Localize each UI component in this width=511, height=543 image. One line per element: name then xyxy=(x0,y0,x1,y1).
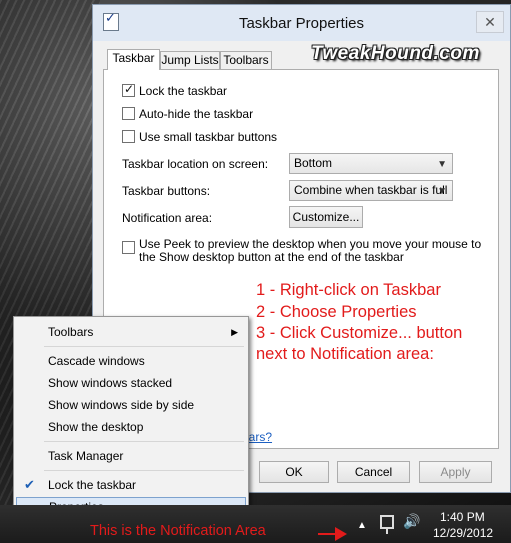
menu-item-stacked[interactable]: Show windows stacked xyxy=(16,373,246,393)
clock-date[interactable]: 12/29/2012 xyxy=(433,526,493,540)
menu-separator xyxy=(44,441,244,442)
taskbar-buttons-select[interactable]: Combine when taskbar is full ▼ xyxy=(289,180,453,201)
instruction-line-4: next to Notification area: xyxy=(256,345,434,363)
tab-toolbars[interactable]: Toolbars xyxy=(220,51,272,69)
instruction-line-2: 2 - Choose Properties xyxy=(256,303,417,321)
location-value: Bottom xyxy=(294,156,333,170)
menu-item-show-desktop[interactable]: Show the desktop xyxy=(16,417,246,437)
checkmark-icon: ✔ xyxy=(24,477,35,492)
taskbar-buttons-label: Taskbar buttons: xyxy=(122,184,211,198)
apply-button[interactable]: Apply xyxy=(419,461,492,483)
tab-taskbar[interactable]: Taskbar xyxy=(107,49,160,70)
ok-button[interactable]: OK xyxy=(259,461,329,483)
chevron-down-icon: ▼ xyxy=(437,159,447,170)
autohide-checkbox[interactable] xyxy=(122,107,135,120)
menu-item-label: Toolbars xyxy=(48,325,94,339)
peek-checkbox[interactable] xyxy=(122,241,135,254)
small-buttons-checkbox[interactable] xyxy=(122,130,135,143)
menu-item-task-manager[interactable]: Task Manager xyxy=(16,446,246,466)
taskbar-context-menu: Toolbars ▶ Cascade windows Show windows … xyxy=(13,316,249,521)
taskbar-buttons-value: Combine when taskbar is full xyxy=(294,183,448,197)
clock-time[interactable]: 1:40 PM xyxy=(440,510,485,524)
network-icon[interactable] xyxy=(380,515,394,534)
location-label: Taskbar location on screen: xyxy=(122,157,269,171)
tab-jump-lists[interactable]: Jump Lists xyxy=(160,51,220,69)
dialog-title: Taskbar Properties xyxy=(238,15,365,32)
peek-label: Use Peek to preview the desktop when you… xyxy=(139,237,482,264)
volume-icon[interactable]: 🔊 xyxy=(403,513,420,530)
menu-item-cascade[interactable]: Cascade windows xyxy=(16,351,246,371)
customize-button[interactable]: Customize... xyxy=(289,206,363,228)
menu-item-lock-taskbar[interactable]: ✔ Lock the taskbar xyxy=(16,475,246,495)
chevron-up-icon[interactable]: ▲ xyxy=(357,520,367,531)
instruction-line-3: 3 - Click Customize... button xyxy=(256,324,463,342)
menu-item-toolbars[interactable]: Toolbars ▶ xyxy=(16,322,246,342)
title-bar: Taskbar Properties ✕ xyxy=(93,5,510,41)
small-buttons-label: Use small taskbar buttons xyxy=(139,130,278,144)
location-select[interactable]: Bottom ▼ xyxy=(289,153,453,174)
close-button[interactable]: ✕ xyxy=(476,11,504,33)
lock-taskbar-label: Lock the taskbar xyxy=(139,84,228,98)
menu-separator xyxy=(44,346,244,347)
notification-area-callout: This is the Notification Area xyxy=(90,523,266,539)
menu-item-label: Lock the taskbar xyxy=(48,478,137,492)
chevron-right-icon: ▶ xyxy=(231,327,238,337)
watermark: TweakHound.com xyxy=(311,43,480,64)
callout-arrow-icon xyxy=(335,527,347,541)
menu-item-side-by-side[interactable]: Show windows side by side xyxy=(16,395,246,415)
instruction-line-1: 1 - Right-click on Taskbar xyxy=(256,281,441,299)
notification-area-label: Notification area: xyxy=(122,211,213,225)
chevron-down-icon: ▼ xyxy=(437,186,447,197)
lock-taskbar-checkbox[interactable] xyxy=(122,82,135,97)
autohide-label: Auto-hide the taskbar xyxy=(139,107,254,121)
cancel-button[interactable]: Cancel xyxy=(337,461,410,483)
menu-separator xyxy=(44,470,244,471)
